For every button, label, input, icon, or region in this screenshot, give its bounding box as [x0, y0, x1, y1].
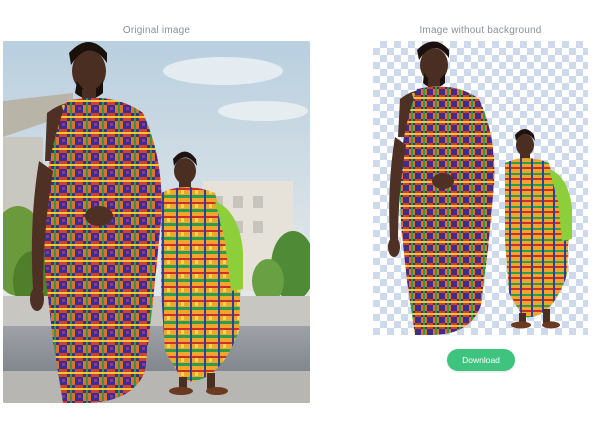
background-remover-preview: Original image Image without background: [0, 0, 600, 427]
download-button[interactable]: Download: [447, 349, 515, 371]
result-image: [373, 41, 588, 335]
original-image: [3, 41, 310, 403]
original-image-title: Original image: [122, 25, 191, 36]
result-image-title: Image without background: [419, 25, 542, 36]
